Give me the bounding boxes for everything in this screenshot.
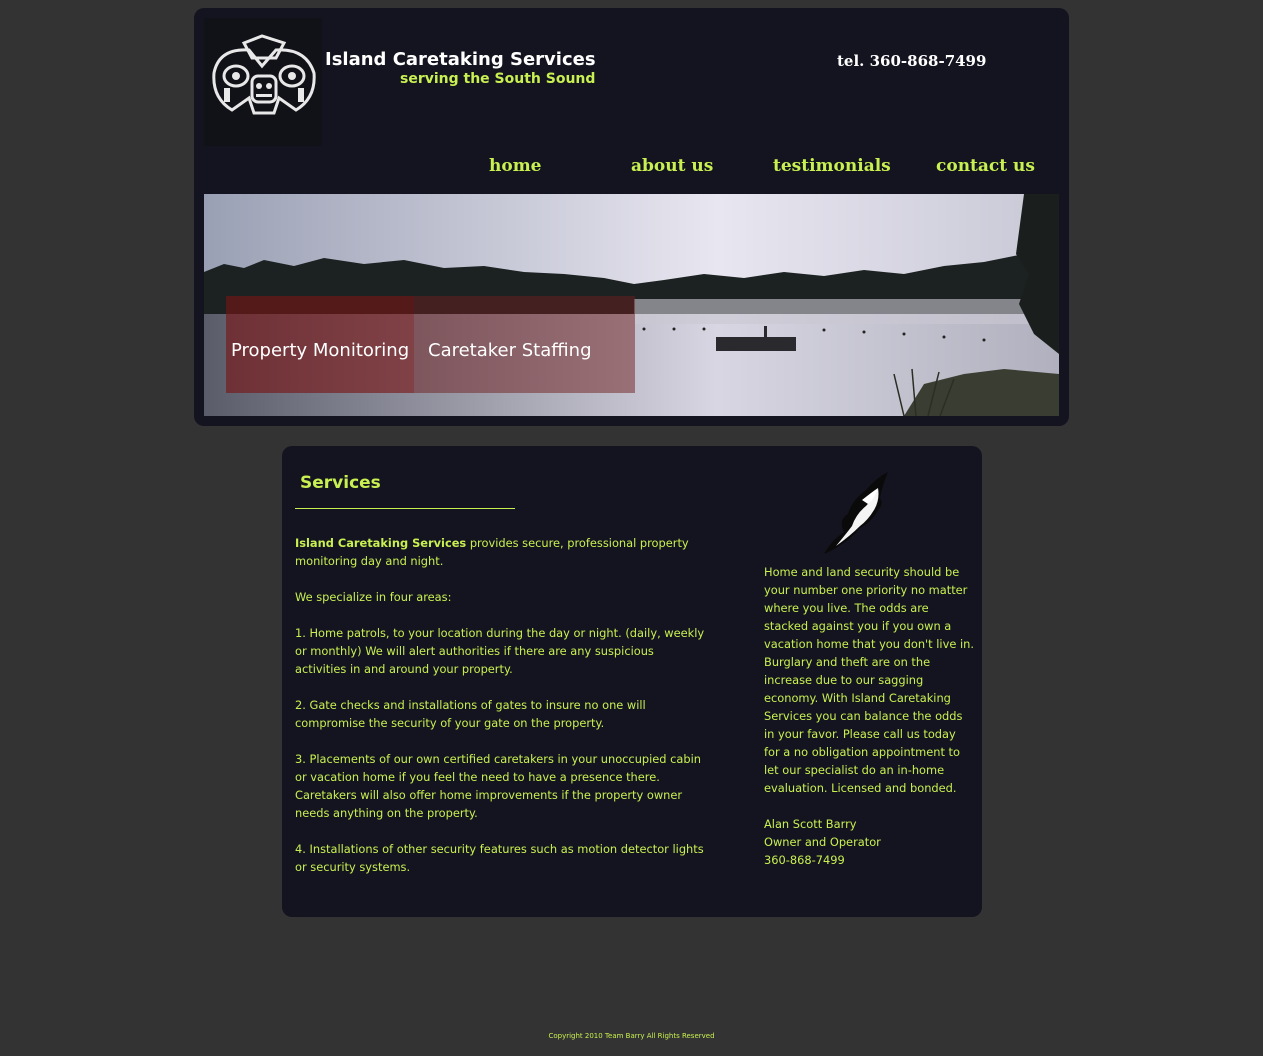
services-intro: Island Caretaking Services provides secu… — [295, 534, 705, 570]
owner-title: Owner and Operator — [764, 835, 881, 849]
site-tagline: serving the South Sound — [400, 71, 596, 87]
header-panel: Island Caretaking Services serving the S… — [194, 8, 1069, 426]
nav-testimonials-link[interactable]: testimonials — [773, 156, 891, 176]
services-intro-company: Island Caretaking Services — [295, 536, 467, 550]
services-body: Island Caretaking Services provides secu… — [295, 534, 705, 894]
sidebar-pitch: Home and land security should be your nu… — [764, 565, 974, 795]
sidebar-text: Home and land security should be your nu… — [764, 563, 974, 887]
service-item-4: 4. Installations of other security featu… — [295, 842, 704, 874]
owner-name: Alan Scott Barry — [764, 817, 857, 831]
nav-contact-link[interactable]: contact us — [936, 156, 1035, 176]
content-panel: Services Island Caretaking Services prov… — [282, 446, 982, 917]
page: Island Caretaking Services serving the S… — [0, 0, 1263, 1056]
services-heading: Services — [300, 473, 381, 493]
property-monitoring-label[interactable]: Property Monitoring — [231, 340, 409, 361]
totem-logo-icon[interactable] — [204, 18, 322, 146]
owner-phone: 360-868-7499 — [764, 853, 845, 867]
eagle-icon — [822, 470, 892, 556]
service-item-3: 3. Placements of our own certified caret… — [295, 752, 702, 820]
owner-signature: Alan Scott Barry Owner and Operator 360-… — [764, 815, 974, 869]
footer-copyright: Copyright 2010 Team Barry All Rights Res… — [548, 1032, 715, 1040]
heading-divider — [295, 508, 515, 509]
nav-about-link[interactable]: about us — [631, 156, 713, 176]
service-item-1: 1. Home patrols, to your location during… — [295, 626, 705, 676]
caretaker-staffing-label[interactable]: Caretaker Staffing — [428, 340, 592, 361]
site-title: Island Caretaking Services — [325, 49, 596, 70]
service-item-2: 2. Gate checks and installations of gate… — [295, 698, 646, 730]
nav-home-link[interactable]: home — [489, 156, 542, 176]
lake-banner-image: Property Monitoring Caretaker Staffing — [204, 194, 1059, 416]
services-specialize: We specialize in four areas: — [295, 590, 452, 604]
header-phone: tel. 360-868-7499 — [837, 52, 987, 70]
